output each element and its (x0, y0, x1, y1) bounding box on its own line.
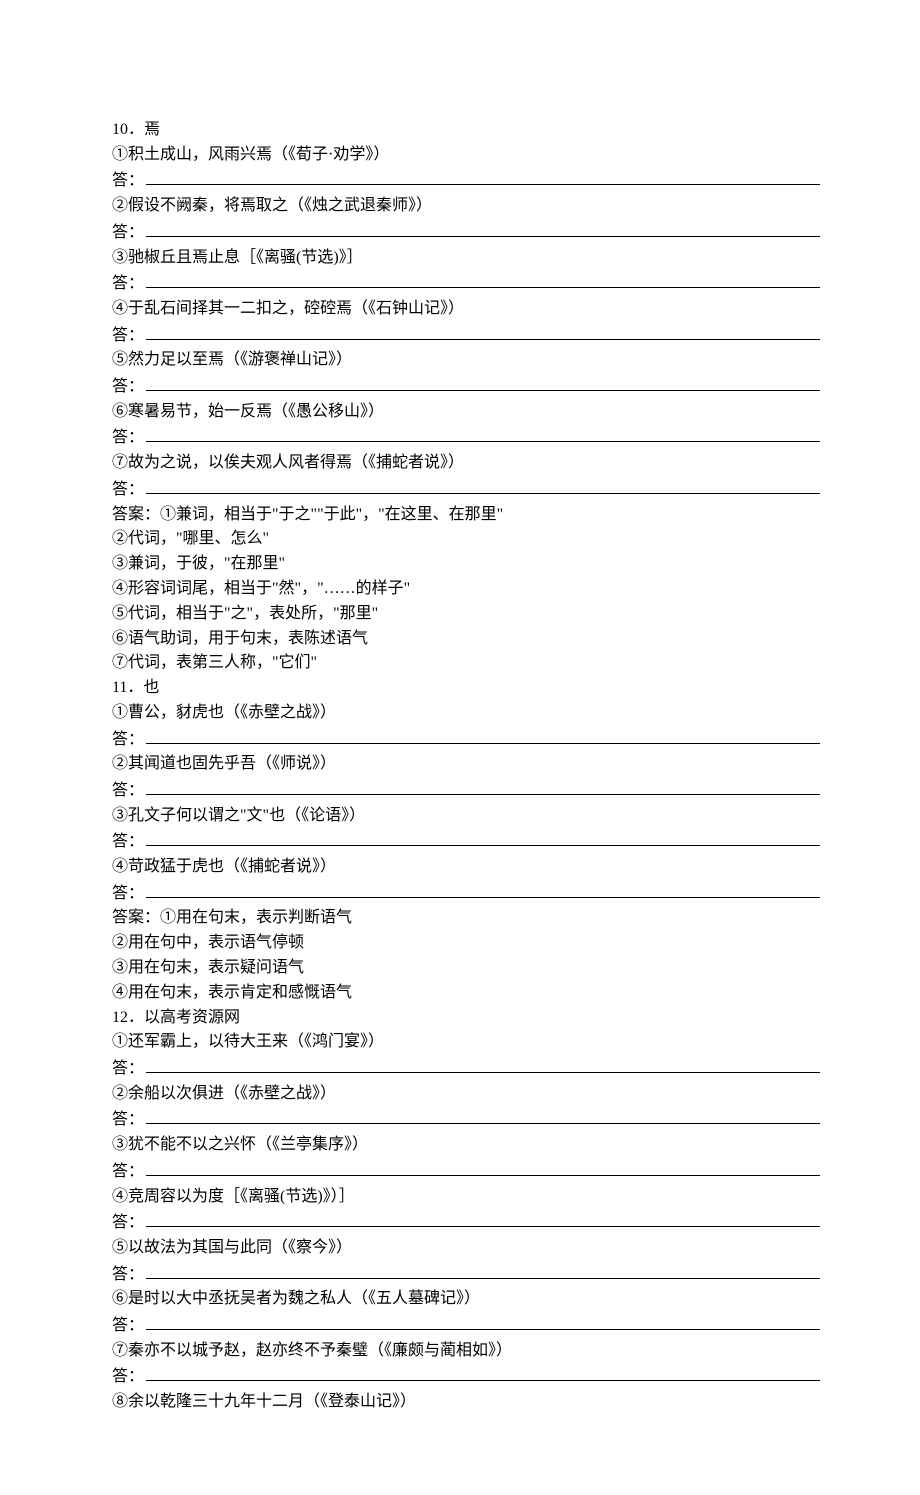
question-item: ②假设不阙秦，将焉取之（《烛之武退秦师》） (112, 194, 820, 219)
answer-label: 答： (112, 779, 144, 804)
answer-line: 答： (112, 1312, 820, 1339)
answer-blank[interactable] (146, 219, 820, 237)
answer-label: 答： (112, 1314, 144, 1339)
answer-line: 答： (112, 373, 820, 400)
answer-blank[interactable] (146, 1209, 820, 1227)
answer-label: 答： (112, 1365, 144, 1390)
answer-blank[interactable] (146, 828, 820, 846)
answer-label: 答： (112, 272, 144, 297)
answer-label: 答： (112, 882, 144, 907)
answer-label: 答： (112, 169, 144, 194)
answer-label: 答： (112, 1211, 144, 1236)
question-item: ④竞周容以为度［《离骚(节选)》）］ (112, 1185, 820, 1210)
answer-text: ⑤代词，相当于"之"，表处所，"那里" (112, 602, 820, 627)
answer-text: ⑦代词，表第三人称，"它们" (112, 651, 820, 676)
answer-blank[interactable] (146, 880, 820, 898)
answer-blank[interactable] (146, 1261, 820, 1279)
answer-blank[interactable] (146, 168, 820, 186)
answer-blank[interactable] (146, 425, 820, 443)
answer-line: 答： (112, 1261, 820, 1288)
answer-line: 答： (112, 1107, 820, 1134)
answer-text: ③用在句末，表示疑问语气 (112, 956, 820, 981)
answer-line: 答： (112, 1055, 820, 1082)
answer-blank[interactable] (146, 726, 820, 744)
answer-blank[interactable] (146, 1158, 820, 1176)
answer-label: 答： (112, 1057, 144, 1082)
answer-blank[interactable] (146, 476, 820, 494)
answer-blank[interactable] (146, 1107, 820, 1125)
answer-blank[interactable] (146, 777, 820, 795)
answer-text: 答案：①兼词，相当于"于之""于此"，"在这里、在那里" (112, 503, 820, 528)
answer-blank[interactable] (146, 373, 820, 391)
answer-text: ⑥语气助词，用于句末，表陈述语气 (112, 627, 820, 652)
answer-blank[interactable] (146, 322, 820, 340)
answer-blank[interactable] (146, 270, 820, 288)
answer-blank[interactable] (146, 1055, 820, 1073)
answer-line: 答： (112, 476, 820, 503)
answer-text: 答案：①用在句末，表示判断语气 (112, 906, 820, 931)
answer-label: 答： (112, 324, 144, 349)
question-item: ⑤然力足以至焉（《游褒禅山记》） (112, 348, 820, 373)
answer-line: 答： (112, 1158, 820, 1185)
answer-label: 答： (112, 478, 144, 503)
answer-line: 答： (112, 828, 820, 855)
answer-blank[interactable] (146, 1312, 820, 1330)
answer-line: 答： (112, 726, 820, 753)
question-item: ⑥寒暑易节，始一反焉（《愚公移山》） (112, 400, 820, 425)
question-item: ⑤以故法为其国与此同（《察今》） (112, 1236, 820, 1261)
answer-line: 答： (112, 1209, 820, 1236)
question-item: ②余船以次俱进（《赤壁之战》） (112, 1082, 820, 1107)
answer-text: ④用在句末，表示肯定和感慨语气 (112, 981, 820, 1006)
answer-line: 答： (112, 168, 820, 195)
answer-text: ②代词，"哪里、怎么" (112, 527, 820, 552)
answer-line: 答： (112, 777, 820, 804)
question-header: 11．也 (112, 676, 820, 701)
answer-label: 答： (112, 1108, 144, 1133)
answer-line: 答： (112, 425, 820, 452)
question-item: ⑥是时以大中丞抚吴者为魏之私人（《五人墓碑记》） (112, 1287, 820, 1312)
answer-line: 答： (112, 322, 820, 349)
question-header: 10．焉 (112, 118, 820, 143)
answer-label: 答： (112, 221, 144, 246)
answer-line: 答： (112, 880, 820, 907)
answer-text: ④形容词词尾，相当于"然"，"……的样子" (112, 577, 820, 602)
question-header: 12．以高考资源网 (112, 1006, 820, 1031)
question-item: ③犹不能不以之兴怀（《兰亭集序》） (112, 1133, 820, 1158)
answer-line: 答： (112, 270, 820, 297)
answer-text: ③兼词，于彼，"在那里" (112, 552, 820, 577)
question-item: ④苛政猛于虎也（《捕蛇者说》） (112, 855, 820, 880)
answer-label: 答： (112, 426, 144, 451)
answer-label: 答： (112, 830, 144, 855)
question-item: ⑦秦亦不以城予赵，赵亦终不予秦璧（《廉颇与蔺相如》） (112, 1339, 820, 1364)
question-item: ③驰椒丘且焉止息［《离骚(节选)》］ (112, 246, 820, 271)
question-item: ③孔文子何以谓之"文"也（《论语》） (112, 804, 820, 829)
question-item: ⑦故为之说，以俟夫观人风者得焉（《捕蛇者说》） (112, 451, 820, 476)
answer-text: ②用在句中，表示语气停顿 (112, 931, 820, 956)
question-item: ①曹公，豺虎也（《赤壁之战》） (112, 701, 820, 726)
answer-line: 答： (112, 1364, 820, 1391)
question-item: ①积土成山，风雨兴焉（《荀子·劝学》） (112, 143, 820, 168)
answer-label: 答： (112, 728, 144, 753)
answer-label: 答： (112, 1263, 144, 1288)
question-item: ④于乱石间择其一二扣之，硿硿焉（《石钟山记》） (112, 297, 820, 322)
question-item: ②其闻道也固先乎吾（《师说》） (112, 752, 820, 777)
answer-blank[interactable] (146, 1364, 820, 1382)
answer-line: 答： (112, 219, 820, 246)
answer-label: 答： (112, 375, 144, 400)
answer-label: 答： (112, 1160, 144, 1185)
question-item: ⑧余以乾隆三十九年十二月（《登泰山记》） (112, 1390, 820, 1415)
question-item: ①还军霸上，以待大王来（《鸿门宴》） (112, 1030, 820, 1055)
